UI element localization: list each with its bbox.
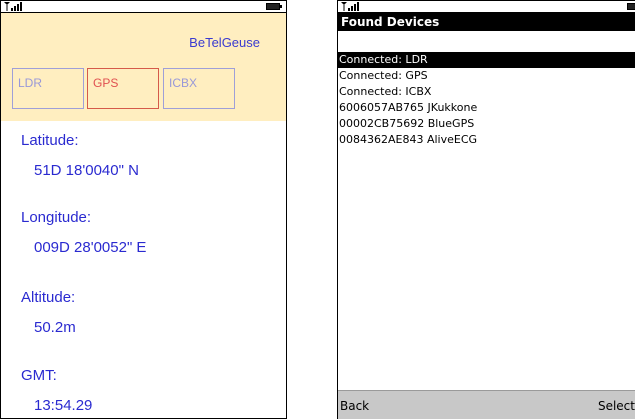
list-item[interactable]: 0084362AE843 AliveECG: [338, 132, 635, 148]
signal-icon: [4, 2, 22, 11]
longitude-label: Longitude:: [21, 209, 92, 226]
list-item[interactable]: 00002CB75692 BlueGPS: [338, 116, 635, 132]
header-panel: BeTelGeuse LDR GPS ICBX: [1, 13, 286, 121]
list-item[interactable]: Connected: LDR: [338, 52, 635, 68]
latitude-label: Latitude:: [21, 132, 79, 149]
list-item[interactable]: 6006057AB765 JKukkone: [338, 100, 635, 116]
battery-icon: [627, 3, 635, 10]
back-softkey[interactable]: Back: [340, 399, 369, 413]
altitude-label: Altitude:: [21, 289, 76, 306]
select-softkey[interactable]: Select: [598, 399, 635, 413]
device-button-icbx[interactable]: ICBX: [163, 68, 235, 109]
list-item[interactable]: Connected: ICBX: [338, 84, 635, 100]
screen-title: Found Devices: [338, 13, 635, 31]
softkey-bar: Back Select: [338, 390, 635, 419]
device-button-ldr[interactable]: LDR: [12, 68, 84, 109]
altitude-value: 50.2m: [34, 319, 76, 336]
signal-icon: [341, 2, 359, 11]
gmt-value: 13:54.29: [34, 397, 93, 414]
device-button-gps[interactable]: GPS: [87, 68, 159, 109]
longitude-value: 009D 28'0052" E: [34, 239, 147, 256]
app-title: BeTelGeuse: [189, 35, 260, 50]
device-list: Connected: LDR Connected: GPS Connected:…: [338, 52, 635, 148]
battery-icon: [266, 3, 282, 10]
latitude-value: 51D 18'0040" N: [34, 162, 139, 179]
gmt-label: GMT:: [21, 367, 57, 384]
status-bar: [338, 1, 635, 13]
gps-screen: BeTelGeuse LDR GPS ICBX Latitude: 51D 18…: [0, 0, 287, 419]
devices-screen: Found Devices Connected: LDR Connected: …: [337, 0, 635, 419]
list-item[interactable]: Connected: GPS: [338, 68, 635, 84]
status-bar: [1, 1, 286, 13]
